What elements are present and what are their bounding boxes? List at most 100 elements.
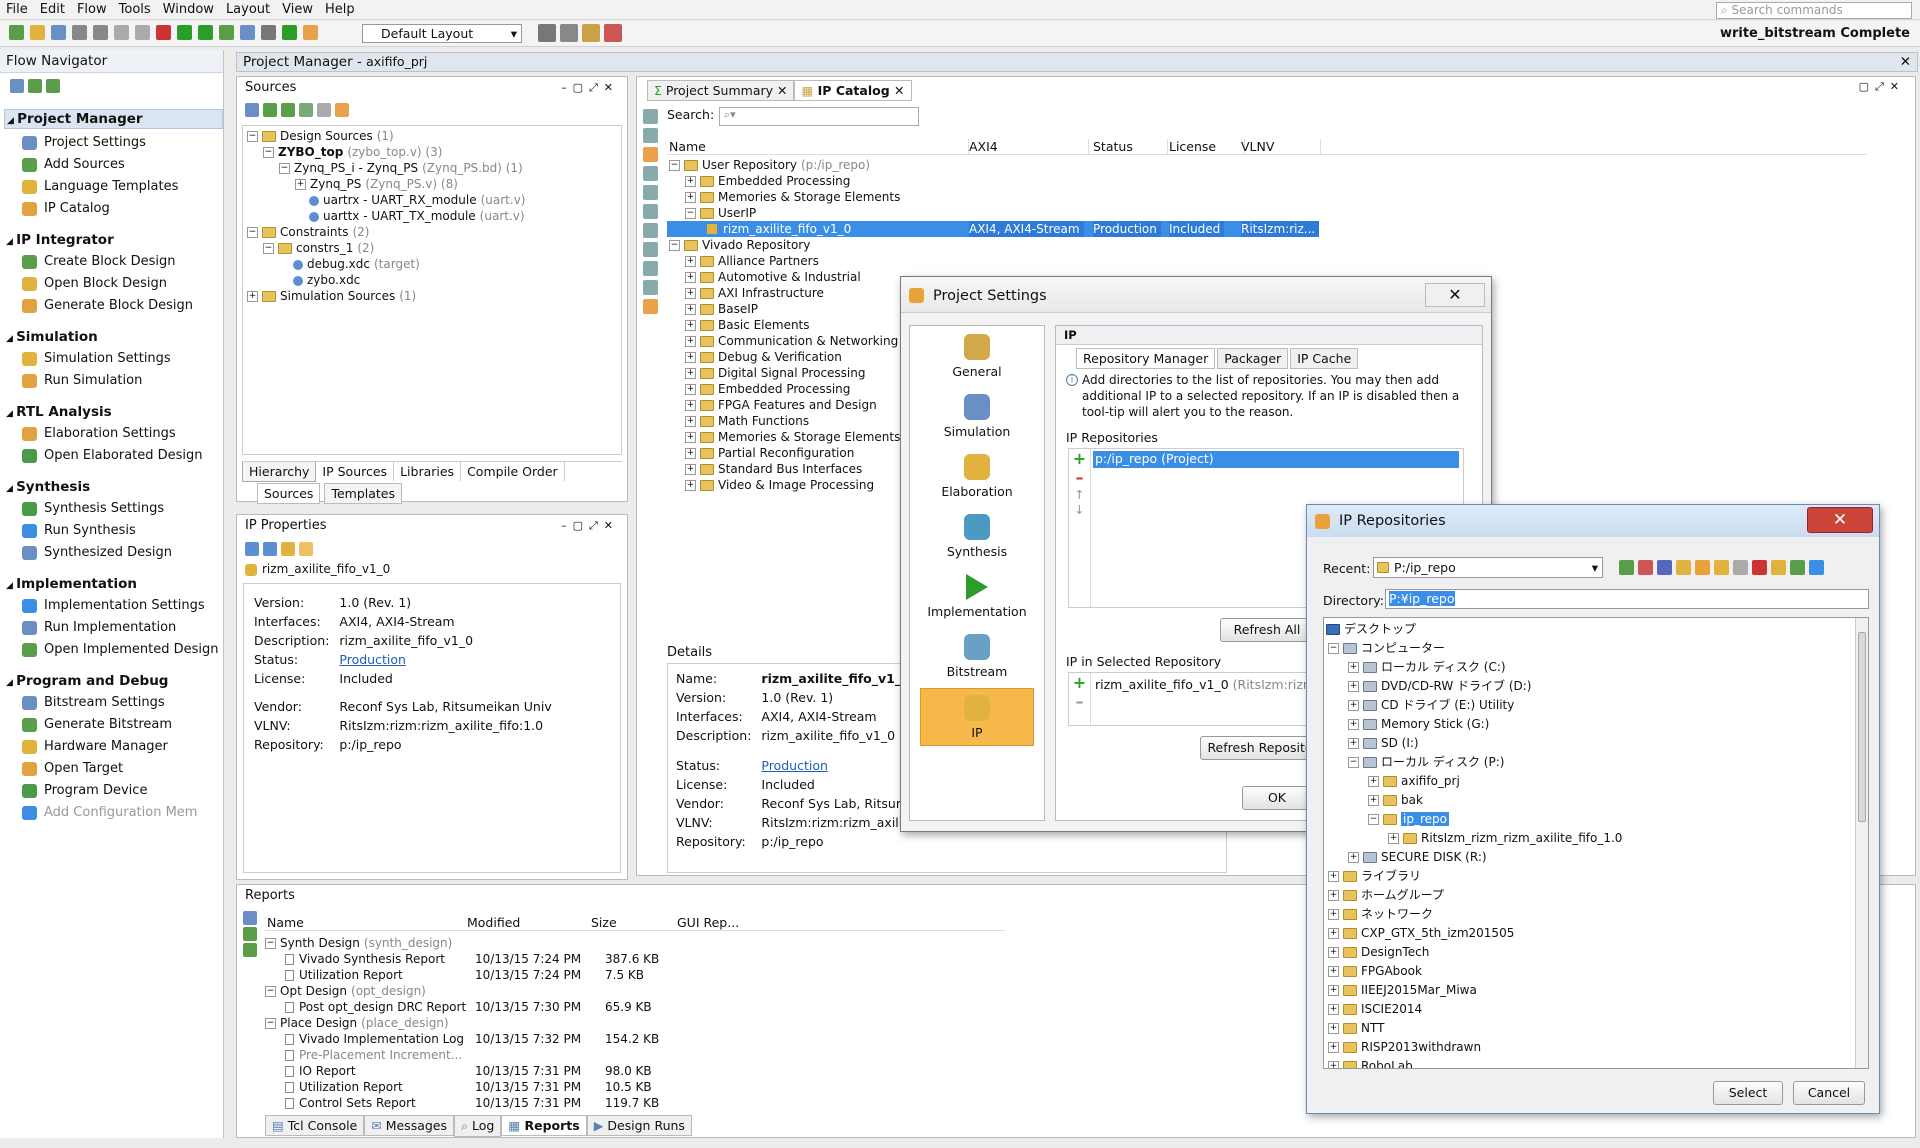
expand-toggle-icon[interactable]: +	[685, 400, 696, 411]
catalog-tree-item[interactable]: + Memories & Storage Elements	[667, 189, 1367, 205]
source-tree-item[interactable]: + Zynq_PS (Zynq_PS.v) (8)	[247, 176, 617, 192]
catalog-tree-item[interactable]: + Embedded Processing	[667, 173, 1367, 189]
collapse-arrow-icon[interactable]: ◢	[6, 484, 16, 494]
folder-tree-item[interactable]: + RoboLab	[1324, 1057, 1868, 1068]
compatible-icon[interactable]	[643, 223, 658, 238]
license-icon[interactable]	[643, 261, 658, 276]
expand-toggle-icon[interactable]: −	[247, 131, 258, 142]
expand-toggle-icon[interactable]: +	[685, 368, 696, 379]
add-icon[interactable]: +	[1069, 673, 1090, 692]
step-icon[interactable]	[219, 25, 234, 40]
settings-tab[interactable]: IP Cache	[1290, 348, 1359, 369]
open-project-icon[interactable]	[30, 25, 45, 40]
catalog-search-input[interactable]: ⌕▾	[719, 107, 919, 126]
column-header[interactable]: License	[1169, 139, 1245, 154]
column-header[interactable]: GUI Rep...	[677, 915, 739, 930]
paste-icon[interactable]	[135, 25, 150, 40]
expand-toggle-icon[interactable]: −	[263, 243, 274, 254]
layout-select[interactable]: Default Layout ▾	[362, 24, 522, 43]
refresh-all-button[interactable]: Refresh All	[1220, 618, 1314, 642]
settings-category[interactable]: General	[920, 328, 1034, 386]
help-icon[interactable]	[604, 24, 622, 42]
wand-icon[interactable]	[582, 24, 600, 42]
folder-tree-item[interactable]: + RitsIzm_rizm_rizm_axilite_fifo_1.0	[1324, 829, 1868, 848]
folder-tree-item[interactable]: − コンピューター	[1324, 639, 1868, 658]
report-group[interactable]: − Place Design (place_design)	[265, 1015, 1005, 1031]
nav-item[interactable]: Language Templates	[0, 176, 223, 198]
vivado-icon[interactable]	[1695, 560, 1710, 575]
add-icon[interactable]: +	[1069, 449, 1090, 468]
nav-item[interactable]: Hardware Manager	[0, 736, 223, 758]
folder-tree-item[interactable]: − ローカル ディスク (P:)	[1324, 753, 1868, 772]
source-tree-item[interactable]: − Zynq_PS_i - Zynq_PS (Zynq_PS.bd) (1)	[247, 160, 617, 176]
nav-section-0[interactable]: ◢ Project Manager	[4, 109, 223, 129]
expand-toggle-icon[interactable]: −	[685, 208, 696, 219]
expand-icon[interactable]	[243, 943, 257, 957]
menu-window[interactable]: Window	[157, 0, 220, 19]
remove-icon[interactable]: –	[1069, 692, 1090, 711]
back-icon[interactable]	[245, 541, 259, 556]
nav-item[interactable]: Open Elaborated Design	[0, 445, 223, 467]
document-icon[interactable]	[317, 102, 331, 117]
property-value[interactable]: Production	[335, 651, 555, 668]
nav-section-3[interactable]: ◢ RTL Analysis	[6, 404, 223, 420]
panel-window-controls[interactable]: –▢⤢✕	[561, 519, 619, 533]
expand-toggle-icon[interactable]: −	[279, 163, 290, 174]
nav-item[interactable]: Add Sources	[0, 154, 223, 176]
catalog-tree-item[interactable]: − UserIP	[667, 205, 1367, 221]
column-header[interactable]: Size	[591, 915, 617, 930]
column-header[interactable]: Status	[1093, 139, 1168, 154]
expand-toggle-icon[interactable]: −	[247, 227, 258, 238]
expand-toggle-icon[interactable]: +	[685, 336, 696, 347]
sigma-icon[interactable]	[282, 25, 297, 40]
ok-button[interactable]: OK	[1242, 786, 1312, 810]
search-icon[interactable]	[243, 911, 257, 925]
report-row[interactable]: Vivado Implementation Log 10/13/15 7:32 P…	[265, 1031, 1005, 1047]
expand-toggle-icon[interactable]: +	[1328, 966, 1339, 977]
catalog-tree-item[interactable]: − Vivado Repository	[667, 237, 1367, 253]
nav-item[interactable]: Open Target	[0, 758, 223, 780]
nav-section-4[interactable]: ◢ Synthesis	[6, 479, 223, 495]
filter-icon[interactable]	[643, 147, 658, 162]
add-icon[interactable]	[299, 102, 313, 117]
catalog-tab[interactable]: Σ Project Summary ✕	[647, 80, 795, 101]
bottom-tab[interactable]: ⌕ Log	[454, 1115, 502, 1137]
folder-tree-item[interactable]: + ネットワーク	[1324, 905, 1868, 924]
sources-tab[interactable]: Compile Order	[461, 462, 565, 481]
expand-icon[interactable]	[643, 128, 658, 143]
menu-view[interactable]: View	[276, 0, 319, 19]
sources-subtab[interactable]: Sources	[257, 483, 321, 504]
settings-tab[interactable]: Packager	[1217, 348, 1289, 369]
settings-icon[interactable]	[240, 25, 255, 40]
run-icon[interactable]	[177, 25, 192, 40]
expand-toggle-icon[interactable]: +	[1328, 1042, 1339, 1053]
nav-item[interactable]: Synthesized Design	[0, 542, 223, 564]
folder-tree-item[interactable]: + ライブラリ	[1324, 867, 1868, 886]
collapse-arrow-icon[interactable]: ◢	[6, 334, 16, 344]
run-all-icon[interactable]	[198, 25, 213, 40]
report-group[interactable]: − Synth Design (synth_design)	[265, 935, 1005, 951]
folder-tree-item[interactable]: + NTT	[1324, 1019, 1868, 1038]
nav-item[interactable]: Elaboration Settings	[0, 423, 223, 445]
folder-tree-item[interactable]: + CXP_GTX_5th_izm201505	[1324, 924, 1868, 943]
nav-item[interactable]: Implementation Settings	[0, 595, 223, 617]
menu-tools[interactable]: Tools	[113, 0, 157, 19]
expand-toggle-icon[interactable]: +	[685, 432, 696, 443]
expand-toggle-icon[interactable]: +	[685, 288, 696, 299]
save-icon[interactable]	[51, 25, 66, 40]
search-commands-input[interactable]: ⌕ Search commands	[1716, 2, 1912, 19]
collapse-arrow-icon[interactable]: ◢	[6, 237, 16, 247]
close-button[interactable]: ✕	[1425, 283, 1485, 307]
nav-item[interactable]: Generate Bitstream	[0, 714, 223, 736]
sources-tab[interactable]: Hierarchy	[242, 462, 317, 482]
collapse-all-icon[interactable]	[28, 78, 42, 93]
menu-help[interactable]: Help	[319, 0, 361, 19]
panel-window-controls[interactable]: –▢⤢✕	[561, 81, 619, 95]
nav-item[interactable]: Open Implemented Design	[0, 639, 223, 661]
collapse-icon[interactable]	[243, 927, 257, 941]
folder-tree-item[interactable]: + SD (I:)	[1324, 734, 1868, 753]
report-row[interactable]: Vivado Synthesis Report 10/13/15 7:24 PM 3…	[265, 951, 1005, 967]
folder-tree-item[interactable]: デスクトップ	[1324, 620, 1868, 639]
source-tree-item[interactable]: − Constraints (2)	[247, 224, 617, 240]
folder-tree-item[interactable]: + RISP2013withdrawn	[1324, 1038, 1868, 1057]
